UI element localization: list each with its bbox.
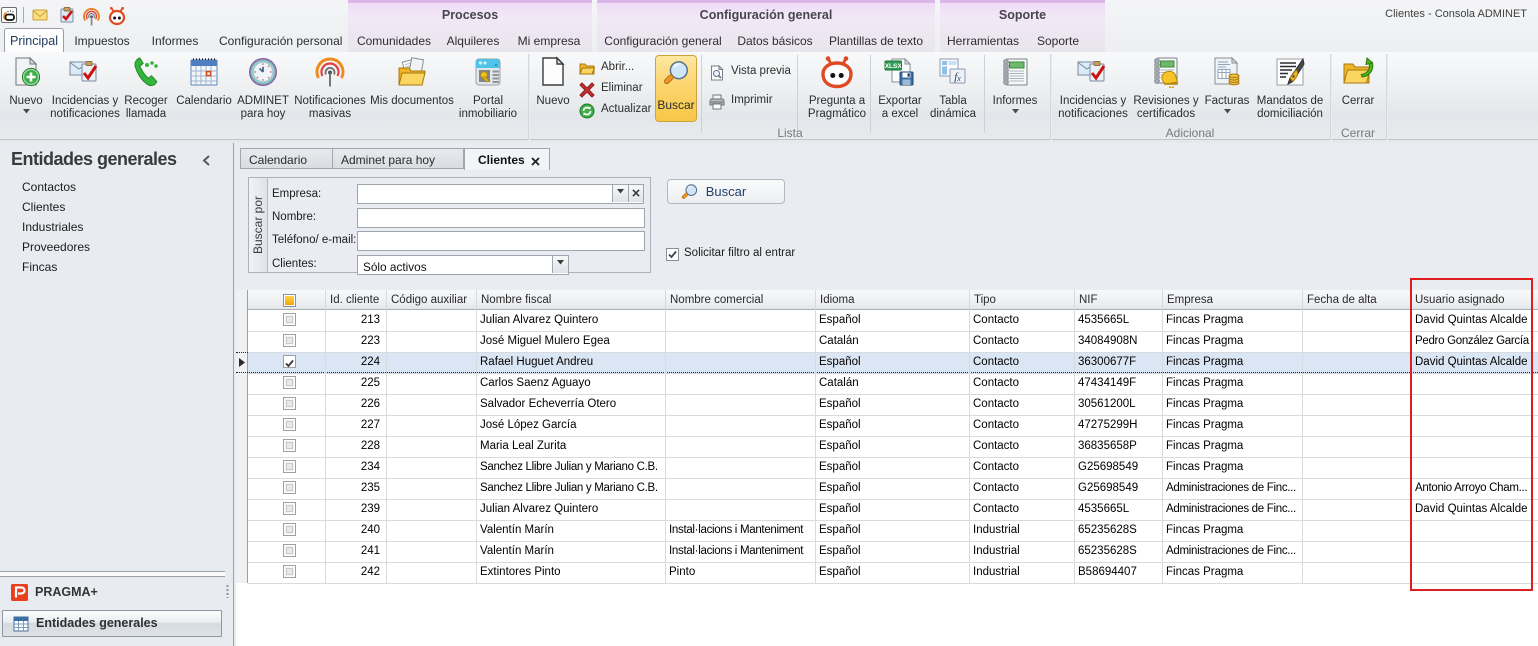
- svg-text:XLSX: XLSX: [885, 63, 903, 70]
